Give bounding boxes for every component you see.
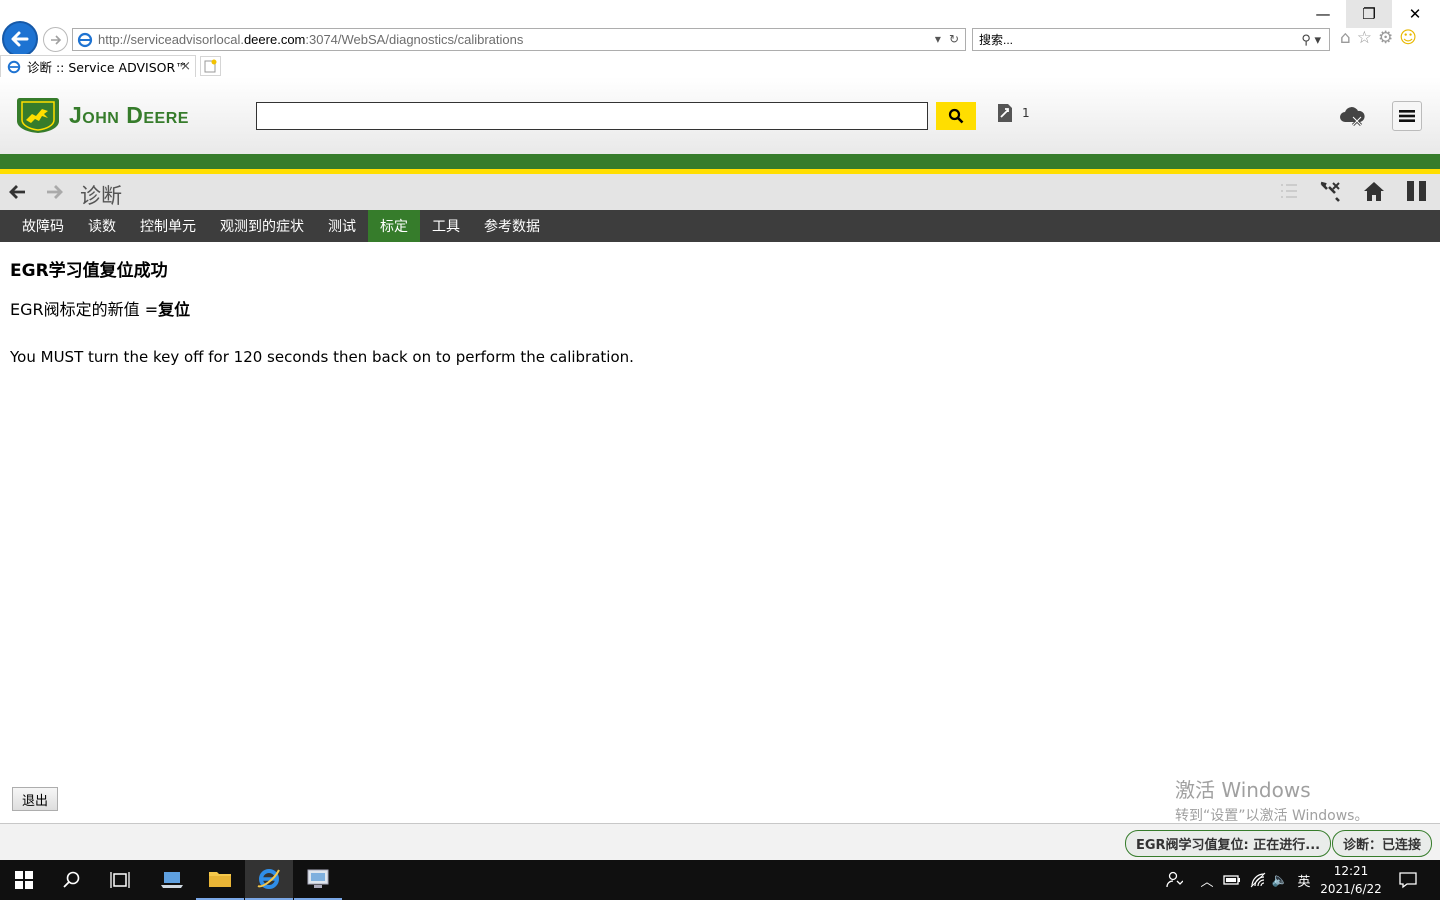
tab-title: 诊断 :: Service ADVISOR™ — [27, 60, 188, 75]
exit-button[interactable]: 退出 — [12, 787, 58, 811]
browser-forward-button[interactable] — [43, 27, 68, 52]
window-close-button[interactable]: ✕ — [1392, 0, 1438, 28]
monitor-app-icon — [307, 869, 329, 888]
search-icon — [63, 871, 80, 888]
browser-tab[interactable]: 诊断 :: Service ADVISOR™ × — [0, 55, 196, 77]
system-clock[interactable]: 12:21 2021/6/22 — [1318, 862, 1384, 898]
window-restore-button[interactable]: ❐ — [1346, 0, 1392, 28]
new-value-label: EGR阀标定的新值 = — [10, 300, 159, 319]
search-icon[interactable]: ⚲ ▾ — [1301, 32, 1321, 48]
url-text: http://serviceadvisorlocal.deere.com:307… — [98, 32, 524, 47]
brand-green-band — [0, 154, 1440, 169]
calibration-result: EGR学习值复位成功 EGR阀标定的新值 =复位 You MUST turn t… — [10, 256, 634, 366]
pause-icon[interactable] — [1406, 180, 1428, 202]
home-icon[interactable]: ⌂ — [1340, 28, 1351, 48]
taskbar-search-button[interactable] — [48, 860, 96, 900]
home-icon[interactable] — [1362, 180, 1386, 202]
notification-center-icon[interactable] — [1394, 860, 1422, 900]
new-value-line: EGR阀标定的新值 =复位 — [10, 296, 634, 320]
task-view-icon — [110, 872, 130, 888]
tab-observed-symptoms[interactable]: 观测到的症状 — [208, 210, 316, 242]
settings-gear-icon[interactable]: ⚙ — [1378, 28, 1393, 48]
network-icon[interactable] — [1248, 860, 1268, 900]
status-bar: EGR阀学习值复位: 正在进行... 诊断：已连接 — [0, 823, 1440, 860]
watermark-line-2: 转到“设置”以激活 Windows。 — [1175, 808, 1369, 824]
new-value: 复位 — [158, 300, 191, 319]
magnifier-icon — [948, 108, 964, 124]
disconnect-plug-icon[interactable] — [1318, 180, 1342, 202]
taskbar-app-internet-explorer[interactable] — [245, 860, 293, 900]
app-header: John Deere 1 — [0, 77, 1440, 154]
browser-tab-bar: 诊断 :: Service ADVISOR™ × — [0, 54, 1440, 77]
section-back-icon[interactable] — [8, 182, 28, 202]
arrow-left-icon — [11, 31, 29, 47]
brand-name: John Deere — [69, 102, 189, 128]
taskbar-app-file-explorer[interactable] — [196, 860, 244, 900]
feedback-smiley-icon[interactable]: ☺ — [1399, 28, 1417, 48]
arrow-right-icon — [50, 34, 61, 45]
tab-controllers[interactable]: 控制单元 — [128, 210, 208, 242]
new-tab-icon — [204, 59, 217, 73]
taskbar-app-remote[interactable] — [294, 860, 342, 900]
folder-icon — [209, 872, 231, 887]
search-placeholder: 搜索... — [979, 33, 1014, 47]
tool-count: 1 — [1022, 106, 1030, 120]
instruction-note: You MUST turn the key off for 120 second… — [10, 348, 634, 366]
diagnostics-tab-nav: 故障码 读数 控制单元 观测到的症状 测试 标定 工具 参考数据 — [0, 210, 1440, 242]
favorites-star-icon[interactable]: ☆ — [1357, 28, 1372, 48]
result-title: EGR学习值复位成功 — [10, 261, 168, 281]
message-icon — [1399, 872, 1417, 889]
tab-tools[interactable]: 工具 — [420, 210, 472, 242]
volume-muted-icon[interactable]: 🔈 — [1270, 860, 1290, 900]
clock-date: 2021/6/22 — [1320, 882, 1382, 896]
tab-tests[interactable]: 测试 — [316, 210, 368, 242]
task-status-badge[interactable]: EGR阀学习值复位: 正在进行... — [1125, 830, 1332, 857]
refresh-icon[interactable]: ↻ — [949, 32, 959, 46]
diagnostic-tool-icon — [998, 104, 1012, 122]
laptop-app-icon — [161, 872, 183, 888]
address-dropdown-icon[interactable]: ▾ — [935, 32, 941, 46]
john-deere-logo-icon[interactable] — [16, 96, 60, 134]
start-button[interactable] — [0, 860, 48, 900]
task-view-button[interactable] — [96, 860, 144, 900]
window-minimize-button[interactable]: — — [1300, 0, 1346, 28]
browser-toolbar: http://serviceadvisorlocal.deere.com:307… — [0, 0, 1440, 57]
battery-icon[interactable] — [1222, 860, 1242, 900]
browser-back-button[interactable] — [2, 21, 38, 57]
cloud-disconnected-icon[interactable] — [1338, 104, 1366, 128]
connection-status-badge[interactable]: 诊断：已连接 — [1332, 830, 1433, 857]
person-icon — [1166, 871, 1183, 888]
list-icon[interactable] — [1280, 182, 1298, 200]
ime-indicator[interactable]: 英 — [1294, 860, 1314, 900]
taskbar-app-service-advisor[interactable] — [148, 860, 196, 900]
section-forward-icon[interactable] — [44, 182, 64, 202]
menu-icon — [1399, 110, 1415, 122]
tab-fault-codes[interactable]: 故障码 — [10, 210, 76, 242]
people-icon[interactable] — [1162, 860, 1186, 900]
tab-calibrations[interactable]: 标定 — [368, 210, 420, 242]
battery-shape-icon — [1223, 875, 1240, 885]
wifi-icon — [1250, 872, 1266, 888]
activation-watermark: 激活 Windows 转到“设置”以激活 Windows。 — [1175, 774, 1368, 825]
section-bar: 诊断 — [0, 174, 1440, 210]
hamburger-menu-button[interactable] — [1392, 101, 1422, 131]
ie-tab-icon — [7, 60, 21, 73]
tray-overflow-chevron-icon[interactable]: ︿ — [1198, 860, 1216, 900]
watermark-line-1: 激活 Windows — [1175, 778, 1311, 802]
app-search-input[interactable] — [256, 102, 928, 130]
app-search-button[interactable] — [936, 102, 976, 130]
tab-reference-data[interactable]: 参考数据 — [472, 210, 552, 242]
section-title: 诊断 — [80, 184, 122, 208]
windows-taskbar: ︿ 🔈 英 12:21 2021/6/22 — [0, 860, 1440, 900]
ie-page-icon — [77, 32, 93, 47]
tab-readings[interactable]: 读数 — [76, 210, 128, 242]
address-bar[interactable]: http://serviceadvisorlocal.deere.com:307… — [72, 28, 966, 51]
connected-tools[interactable]: 1 — [996, 103, 1030, 123]
new-tab-button[interactable] — [200, 56, 221, 76]
tab-close-icon[interactable]: × — [180, 59, 191, 74]
internet-explorer-icon — [257, 869, 280, 889]
clock-time: 12:21 — [1333, 864, 1369, 878]
browser-search-box[interactable]: 搜索... ⚲ ▾ — [972, 28, 1330, 51]
windows-logo-icon — [15, 871, 33, 889]
